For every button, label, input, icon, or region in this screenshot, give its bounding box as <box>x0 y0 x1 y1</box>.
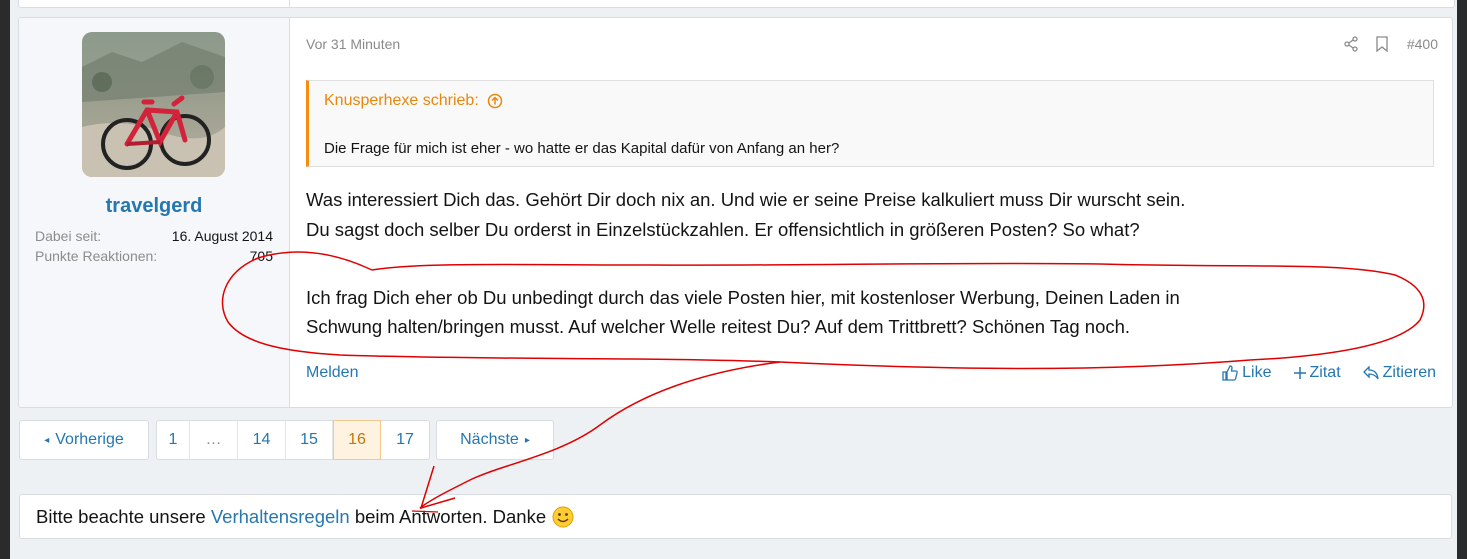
page-jump-ellipsis[interactable]: … <box>190 421 238 459</box>
multiquote-button[interactable]: Zitat <box>1293 364 1341 382</box>
like-button[interactable]: Like <box>1222 364 1272 382</box>
thumbs-up-icon <box>1222 365 1238 381</box>
window-frame-left <box>0 0 10 559</box>
smiley-icon <box>552 506 574 528</box>
message-line: Schwung halten/bringen musst. Auf welche… <box>306 316 1131 337</box>
quote-text: Die Frage für mich ist eher - wo hatte e… <box>324 140 840 157</box>
page-link-current[interactable]: 16 <box>333 420 381 460</box>
reply-label: Zitieren <box>1382 364 1436 381</box>
message-line: Ich frag Dich eher ob Du unbedingt durch… <box>306 287 1180 308</box>
pagination-next-label: Nächste <box>460 431 519 448</box>
post-number-link[interactable]: #400 <box>1407 36 1438 52</box>
quote-author[interactable]: Knusperhexe schrieb: <box>324 92 503 110</box>
user-stat-reactions: Punkte Reaktionen: 705 <box>35 248 273 264</box>
share-icon[interactable] <box>1343 36 1359 52</box>
page-link-1[interactable]: 1 <box>157 421 190 459</box>
post-date[interactable]: Vor 31 Minuten <box>306 36 400 52</box>
bookmark-icon[interactable] <box>1375 36 1389 52</box>
thread-page: travelgerd Dabei seit: 16. August 2014 P… <box>10 0 1457 559</box>
user-stat-joined: Dabei seit: 16. August 2014 <box>35 228 273 244</box>
message-line: Was interessiert Dich das. Gehört Dir do… <box>306 189 1186 210</box>
window-frame-right <box>1457 0 1467 559</box>
chevron-right-icon: ▸ <box>524 434 530 446</box>
post-user-pane: travelgerd Dabei seit: 16. August 2014 P… <box>19 18 290 407</box>
arrow-up-circle-icon[interactable] <box>487 93 503 109</box>
message-line: Du sagst doch selber Du orderst in Einze… <box>306 219 1140 240</box>
user-stat-label: Punkte Reaktionen: <box>35 248 158 264</box>
page-link-17[interactable]: 17 <box>381 421 429 459</box>
post-username[interactable]: travelgerd <box>19 195 289 218</box>
pagination-prev-label: Vorherige <box>55 431 124 448</box>
multiquote-label: Zitat <box>1309 364 1341 381</box>
reply-icon <box>1362 366 1379 380</box>
page-link-14[interactable]: 14 <box>238 421 286 459</box>
reply-notice: Bitte beachte unsere Verhaltensregeln be… <box>19 494 1452 539</box>
post-footer-actions: Like Zitat Zitieren <box>1200 364 1436 382</box>
avatar[interactable] <box>82 32 225 177</box>
pagination-pages: 1 … 14 15 16 17 <box>156 420 430 460</box>
pagination-next-button[interactable]: Nächste ▸ <box>436 420 554 460</box>
page-link-15[interactable]: 15 <box>286 421 333 459</box>
quote-author-text: Knusperhexe schrieb: <box>324 92 479 109</box>
post-actions: #400 <box>1327 34 1438 54</box>
pagination-prev-button[interactable]: ◂ Vorherige <box>19 420 149 460</box>
plus-icon <box>1293 367 1306 379</box>
user-stat-value: 705 <box>249 248 273 264</box>
user-stat-label: Dabei seit: <box>35 228 102 244</box>
notice-text: Bitte beachte unsere <box>36 505 211 527</box>
chevron-left-icon: ◂ <box>44 434 50 446</box>
like-label: Like <box>1242 364 1272 381</box>
report-link[interactable]: Melden <box>306 364 358 382</box>
notice-text: beim Antworten. Danke <box>349 505 547 527</box>
post-400: travelgerd Dabei seit: 16. August 2014 P… <box>18 17 1453 408</box>
user-stat-value: 16. August 2014 <box>171 228 273 244</box>
rules-link[interactable]: Verhaltensregeln <box>211 506 350 528</box>
quote-block: Knusperhexe schrieb: Die Frage für mich … <box>306 80 1434 167</box>
previous-post-edge <box>18 0 1455 8</box>
reply-button[interactable]: Zitieren <box>1362 364 1436 382</box>
